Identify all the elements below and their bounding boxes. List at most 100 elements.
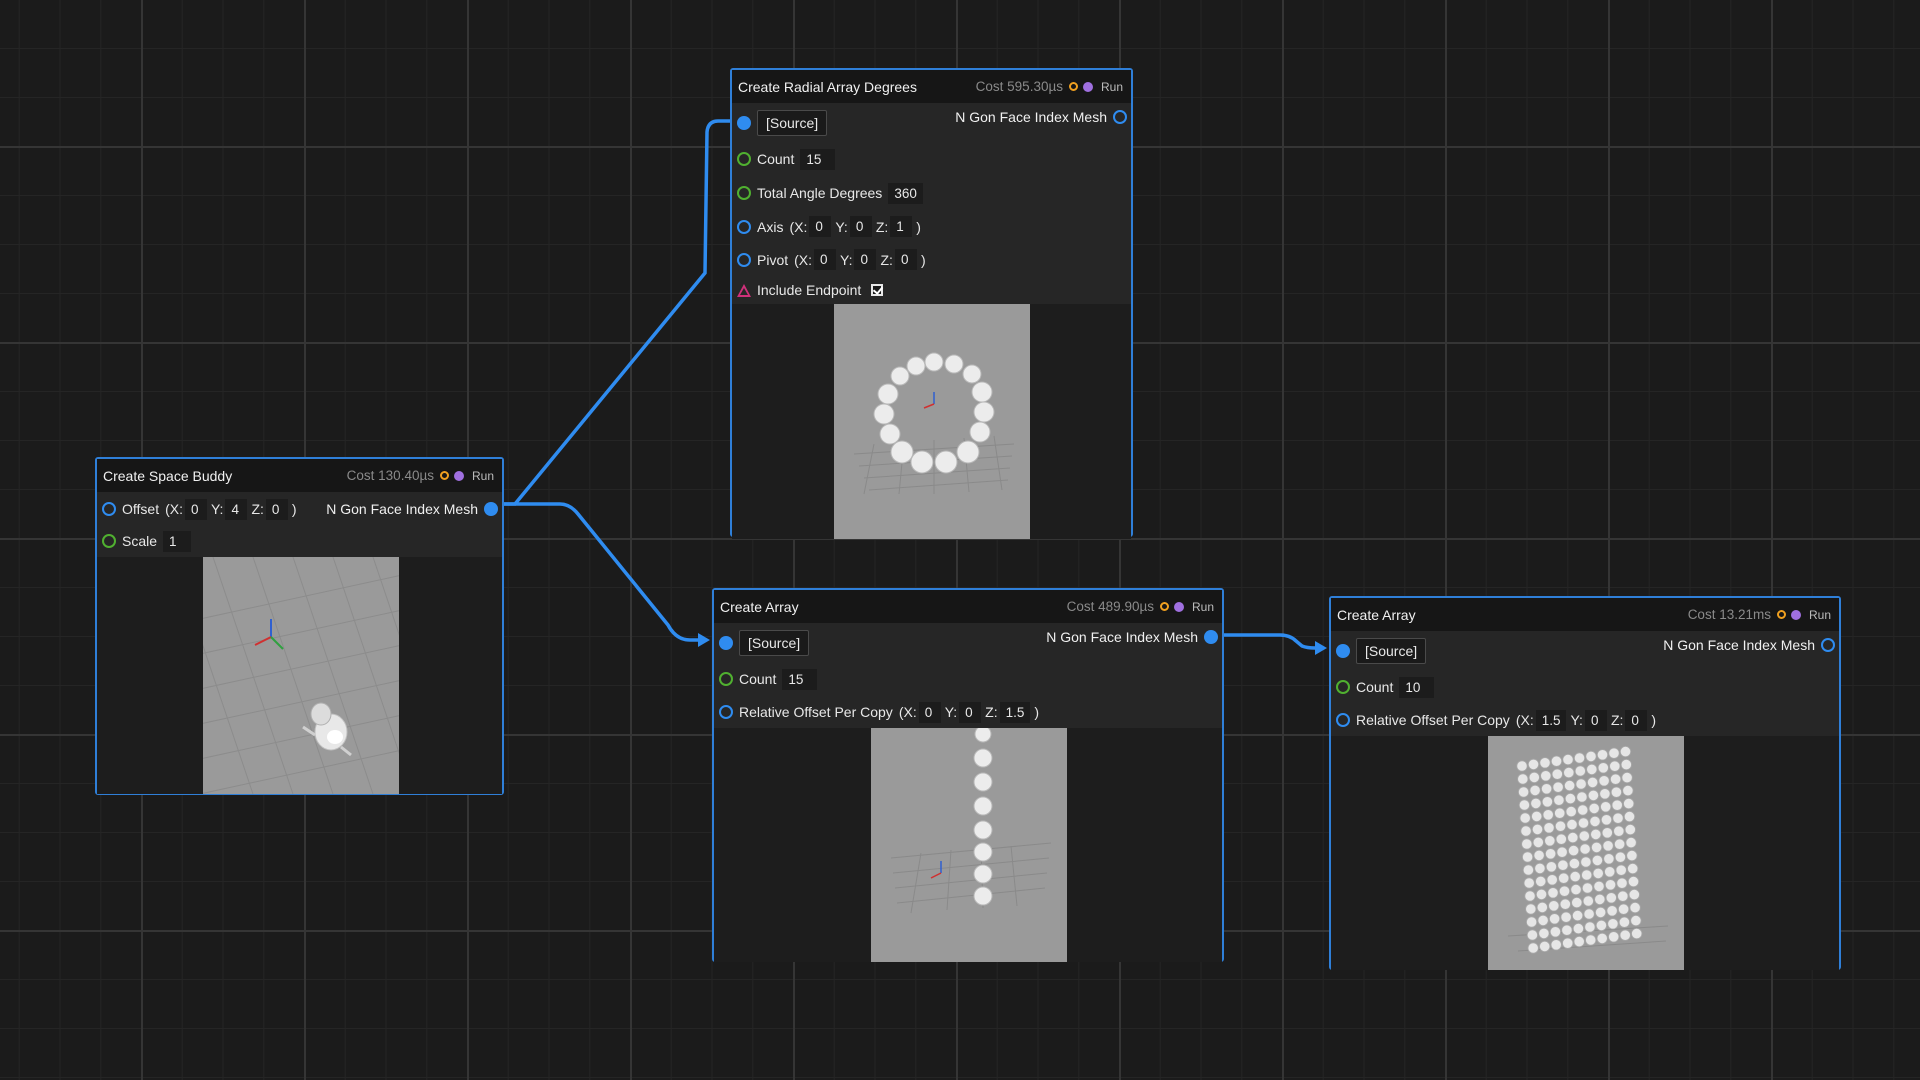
source-button[interactable]: [Source]	[1356, 638, 1427, 664]
mesh-preview-viewport[interactable]	[871, 728, 1067, 962]
offset-label: Relative Offset Per Copy	[739, 704, 893, 720]
array-sphere	[1630, 915, 1642, 927]
array-sphere	[1560, 911, 1572, 923]
array-sphere	[1531, 823, 1544, 836]
close-paren: )	[1651, 712, 1657, 728]
source-button[interactable]: [Source]	[739, 630, 810, 656]
run-button[interactable]: Run	[1809, 608, 1831, 622]
offset-input-pin-icon[interactable]	[719, 705, 733, 719]
wire-buddy-to-array1[interactable]	[500, 502, 703, 642]
array-sphere	[1620, 759, 1632, 771]
offset-y-field[interactable]: 0	[959, 701, 982, 723]
z-label: Z:	[875, 218, 889, 235]
node-header[interactable]: Create Array Cost 13.21ms Run	[1331, 598, 1839, 631]
array-sphere	[1556, 846, 1568, 858]
run-button[interactable]: Run	[1101, 80, 1123, 94]
run-button[interactable]: Run	[472, 469, 494, 483]
array-sphere	[1562, 754, 1574, 766]
array-sphere	[1577, 804, 1589, 816]
mesh-preview-viewport[interactable]	[834, 304, 1030, 539]
array-sphere	[1540, 770, 1552, 782]
count-field[interactable]: 10	[1399, 676, 1435, 698]
axis-y-field[interactable]: 0	[849, 216, 872, 237]
array-sphere	[1520, 825, 1532, 837]
count-input-pin-icon[interactable]	[737, 152, 751, 166]
node-create-space-buddy[interactable]: Create Space Buddy Cost 130.40µs Run Off…	[95, 457, 504, 795]
offset-z-field[interactable]: 0	[1625, 709, 1648, 731]
offset-z-field[interactable]: 1.5	[999, 701, 1031, 723]
offset-y-field[interactable]: 0	[1584, 709, 1607, 731]
output-pin-icon[interactable]	[1821, 638, 1835, 652]
status-dot-purple-icon	[1173, 601, 1184, 612]
source-button[interactable]: [Source]	[757, 110, 828, 136]
array-sphere	[1535, 875, 1547, 887]
pivot-x-field[interactable]: 0	[814, 249, 837, 270]
include-endpoint-checkbox[interactable]	[871, 284, 884, 296]
offset-input-pin-icon[interactable]	[102, 502, 116, 516]
count-field[interactable]: 15	[800, 148, 836, 170]
array-sphere	[1564, 792, 1577, 805]
count-input-pin-icon[interactable]	[719, 672, 733, 686]
array-sphere	[1621, 771, 1633, 784]
pivot-z-field[interactable]: 0	[894, 249, 917, 270]
status-dot-orange-icon	[1776, 610, 1786, 619]
node-create-radial-array-degrees[interactable]: Create Radial Array Degrees Cost 595.30µ…	[730, 68, 1133, 539]
axis-z-field[interactable]: 1	[890, 216, 913, 237]
count-label: Count	[739, 671, 777, 687]
output-pin-icon[interactable]	[484, 502, 498, 516]
space-buddy-preview-image	[203, 557, 399, 794]
array-sphere	[1623, 811, 1636, 823]
pivot-y-field[interactable]: 0	[854, 249, 877, 270]
node-header[interactable]: Create Space Buddy Cost 130.40µs Run	[97, 459, 502, 492]
x-label: (X:	[1515, 712, 1534, 728]
array-sphere	[1521, 838, 1533, 850]
node-create-array-1[interactable]: Create Array Cost 489.90µs Run [Source] …	[712, 588, 1224, 962]
axis-input-pin-icon[interactable]	[737, 219, 751, 234]
angle-field[interactable]: 360	[888, 182, 923, 204]
array-sphere	[1545, 861, 1558, 873]
pivot-input-pin-icon[interactable]	[737, 252, 751, 267]
wire-buddy-to-radial[interactable]	[500, 119, 738, 506]
node-create-array-2[interactable]: Create Array Cost 13.21ms Run [Source] N…	[1329, 596, 1841, 970]
count-input-pin-icon[interactable]	[1336, 680, 1350, 694]
node-title: Create Array	[720, 598, 799, 615]
wire-array1-to-array2[interactable]	[1210, 633, 1320, 650]
angle-input-pin-icon[interactable]	[737, 186, 751, 200]
preview-area	[1331, 736, 1839, 970]
scale-field[interactable]: 1	[163, 530, 192, 552]
offset-x-field[interactable]: 0	[184, 498, 207, 520]
run-button[interactable]: Run	[1192, 600, 1214, 614]
array-sphere	[1558, 872, 1570, 884]
count-field[interactable]: 15	[782, 668, 818, 690]
array-sphere	[1581, 869, 1593, 881]
mesh-preview-viewport[interactable]	[203, 557, 399, 794]
axis-x-field[interactable]: 0	[809, 216, 832, 237]
scale-input-pin-icon[interactable]	[102, 534, 116, 548]
output-pin-icon[interactable]	[1204, 630, 1218, 644]
offset-input-pin-icon[interactable]	[1336, 713, 1350, 727]
mesh-preview-viewport[interactable]	[1488, 736, 1684, 970]
offset-x-field[interactable]: 0	[918, 701, 941, 723]
source-input-pin-icon[interactable]	[719, 636, 733, 650]
node-graph-canvas[interactable]: Create Space Buddy Cost 130.40µs Run Off…	[0, 0, 1920, 1080]
output-port: N Gon Face Index Mesh	[1663, 637, 1835, 653]
node-body: [Source] N Gon Face Index Mesh Count 15 …	[714, 623, 1222, 962]
source-input-pin-icon[interactable]	[1336, 644, 1350, 658]
array-sphere	[1572, 910, 1584, 922]
array-sphere	[1618, 916, 1630, 928]
endpoint-input-pin-icon[interactable]	[737, 283, 751, 297]
offset-y-field[interactable]: 4	[225, 498, 248, 520]
array-sphere	[1530, 797, 1542, 810]
offset-x-field[interactable]: 1.5	[1535, 709, 1567, 731]
array-sphere	[1591, 841, 1603, 854]
array-sphere	[1618, 903, 1630, 915]
node-header[interactable]: Create Radial Array Degrees Cost 595.30µ…	[732, 70, 1131, 103]
output-pin-icon[interactable]	[1113, 110, 1127, 124]
array-sphere	[1565, 806, 1577, 818]
radial-array-preview-image	[853, 352, 1015, 495]
source-input-pin-icon[interactable]	[737, 116, 751, 130]
offset-z-field[interactable]: 0	[265, 498, 288, 520]
array-sphere	[1573, 936, 1585, 948]
x-label: (X:	[898, 704, 917, 720]
node-header[interactable]: Create Array Cost 489.90µs Run	[714, 590, 1222, 623]
